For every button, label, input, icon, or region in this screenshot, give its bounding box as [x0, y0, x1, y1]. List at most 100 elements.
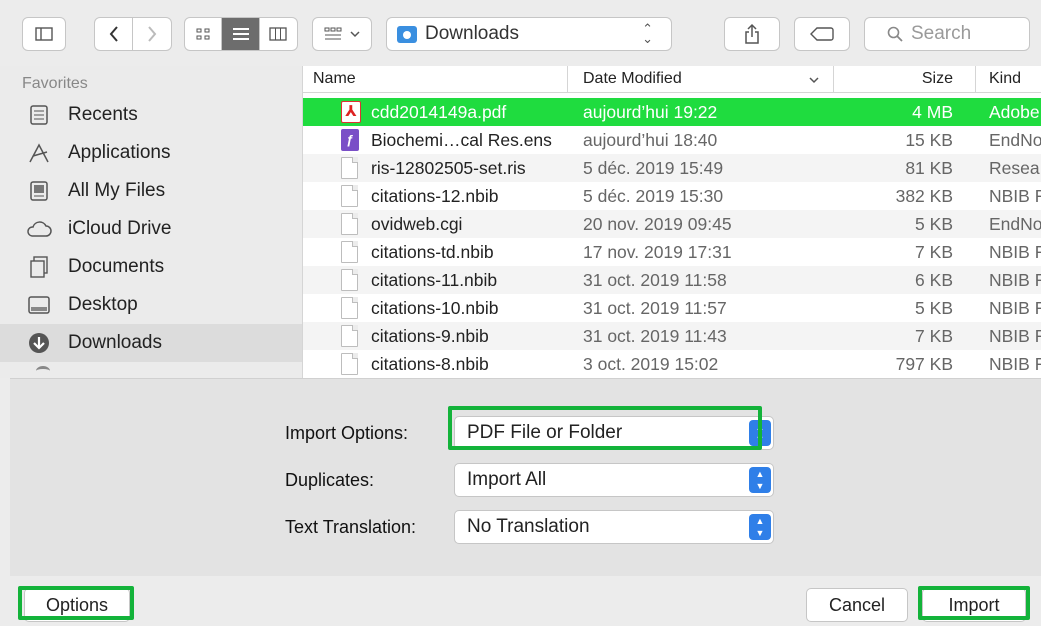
import-options-popup[interactable]: PDF File or Folder ▲ ▼ — [454, 416, 774, 450]
duplicates-popup[interactable]: Import All ▲ ▼ — [454, 463, 774, 497]
duplicates-value: Import All — [467, 469, 547, 490]
file-date: 3 oct. 2019 15:02 — [583, 354, 719, 374]
file-kind: NBIB F — [989, 354, 1041, 374]
sidebar-item-downloads[interactable]: Downloads — [0, 324, 302, 362]
file-kind: NBIB F — [989, 242, 1041, 262]
sidebar-item-label: Documents — [68, 256, 165, 277]
file-kind: Resea — [989, 158, 1040, 178]
chevron-down-icon — [350, 31, 360, 38]
file-kind: EndNo — [989, 130, 1041, 150]
text-translation-value: No Translation — [467, 516, 590, 537]
sidebar-item-applications[interactable]: Applications — [0, 134, 302, 172]
table-row[interactable]: citations-11.nbib 31 oct. 2019 11:58 6 K… — [303, 266, 1041, 294]
file-kind: Adobe — [989, 102, 1040, 122]
share-icon — [745, 23, 759, 44]
sidebar-item-label: Recents — [68, 104, 138, 125]
column-size[interactable]: Size — [903, 66, 953, 93]
import-options-label: Import Options: — [285, 423, 409, 443]
document-icon — [341, 297, 358, 319]
location-label: Downloads — [425, 23, 519, 44]
view-mode-segment — [184, 17, 298, 51]
sidebar-item-recents[interactable]: Recents — [0, 96, 302, 134]
file-name: cdd2014149a.pdf — [371, 102, 507, 122]
table-row[interactable]: citations-8.nbib 3 oct. 2019 15:02 797 K… — [303, 350, 1041, 378]
file-size: 382 KB — [895, 186, 953, 206]
group-by-button[interactable] — [312, 17, 372, 51]
file-name: citations-12.nbib — [371, 186, 499, 206]
nav-back-forward — [94, 17, 172, 51]
table-row[interactable]: ⅄ cdd2014149a.pdf aujourd’hui 19:22 4 MB… — [303, 98, 1041, 126]
cancel-button[interactable]: Cancel — [806, 588, 908, 622]
tag-icon — [810, 27, 834, 41]
file-name: citations-9.nbib — [371, 326, 489, 346]
text-translation-popup[interactable]: No Translation ▲ ▼ — [454, 510, 774, 544]
sidebar-item-label: All My Files — [68, 180, 166, 201]
search-field[interactable]: Search — [864, 17, 1030, 51]
file-kind: NBIB F — [989, 186, 1041, 206]
desktop-icon — [26, 294, 52, 316]
pdf-icon: ⅄ — [341, 101, 361, 123]
downloads-folder-icon — [397, 25, 417, 43]
list-view-button[interactable] — [222, 18, 260, 50]
sidebar: Favorites Recents Applications All My Fi… — [0, 66, 302, 378]
file-name: ovidweb.cgi — [371, 214, 463, 234]
file-size: 6 KB — [915, 270, 953, 290]
document-icon — [341, 241, 358, 263]
column-header: Name Date Modified Size Kind — [303, 66, 1041, 93]
file-name: citations-10.nbib — [371, 298, 499, 318]
file-name: citations-8.nbib — [371, 354, 489, 374]
table-row[interactable]: citations-td.nbib 17 nov. 2019 17:31 7 K… — [303, 238, 1041, 266]
chevron-right-icon — [148, 26, 157, 42]
table-row[interactable]: citations-10.nbib 31 oct. 2019 11:57 5 K… — [303, 294, 1041, 322]
sidebar-item-all-my-files[interactable]: All My Files — [0, 172, 302, 210]
sidebar-toggle-button[interactable] — [22, 17, 66, 51]
document-icon — [341, 185, 358, 207]
table-row[interactable]: ovidweb.cgi 20 nov. 2019 09:45 5 KB EndN… — [303, 210, 1041, 238]
downloads-icon — [26, 332, 52, 354]
icon-view-button[interactable] — [185, 18, 223, 50]
file-date: 31 oct. 2019 11:57 — [583, 298, 727, 318]
document-icon — [341, 325, 358, 347]
toolbar: Downloads ⌃ ⌄ Search — [0, 0, 1041, 66]
forward-button[interactable] — [133, 18, 171, 50]
column-name[interactable]: Name — [313, 66, 356, 93]
column-view-button[interactable] — [260, 18, 297, 50]
share-button[interactable] — [724, 17, 780, 51]
file-name: Biochemi…cal Res.ens — [371, 130, 552, 150]
file-kind: NBIB F — [989, 298, 1041, 318]
location-popup[interactable]: Downloads ⌃ ⌄ — [386, 17, 672, 51]
import-button[interactable]: Import — [922, 588, 1026, 622]
sidebar-item-label: Downloads — [68, 332, 162, 353]
applications-icon — [26, 142, 52, 164]
file-size: 15 KB — [905, 130, 953, 150]
sidebar-item-icloud-drive[interactable]: iCloud Drive — [0, 210, 302, 248]
text-translation-label: Text Translation: — [285, 517, 417, 537]
more-items-icon — [36, 366, 50, 376]
options-button[interactable]: Options — [24, 588, 130, 622]
sidebar-item-desktop[interactable]: Desktop — [0, 286, 302, 324]
tag-button[interactable] — [794, 17, 850, 51]
back-button[interactable] — [95, 18, 134, 50]
file-date: aujourd’hui 18:40 — [583, 130, 718, 150]
column-date-modified[interactable]: Date Modified — [583, 66, 682, 93]
file-date: 17 nov. 2019 17:31 — [583, 242, 732, 262]
file-size: 5 KB — [915, 298, 953, 318]
table-row[interactable]: ƒ Biochemi…cal Res.ens aujourd’hui 18:40… — [303, 126, 1041, 154]
list-icon — [232, 28, 249, 40]
file-kind: NBIB F — [989, 270, 1041, 290]
popup-stepper-icon: ▲ ▼ — [749, 514, 771, 540]
table-row[interactable]: citations-9.nbib 31 oct. 2019 11:43 7 KB… — [303, 322, 1041, 350]
file-name: citations-td.nbib — [371, 242, 494, 262]
column-kind[interactable]: Kind — [989, 66, 1021, 93]
table-row[interactable]: citations-12.nbib 5 déc. 2019 15:30 382 … — [303, 182, 1041, 210]
popup-stepper-icon: ▲ ▼ — [749, 467, 771, 493]
file-date: 31 oct. 2019 11:43 — [583, 326, 727, 346]
table-row[interactable]: ris-12802505-set.ris 5 déc. 2019 15:49 8… — [303, 154, 1041, 182]
file-rows: ⅄ cdd2014149a.pdf aujourd’hui 19:22 4 MB… — [303, 98, 1041, 378]
file-size: 81 KB — [905, 158, 953, 178]
sidebar-item-documents[interactable]: Documents — [0, 248, 302, 286]
recents-icon — [26, 104, 52, 126]
file-date: aujourd’hui 19:22 — [583, 102, 718, 122]
updown-icon: ⌃ ⌄ — [642, 21, 653, 46]
popup-stepper-icon: ▲ ▼ — [749, 420, 771, 446]
